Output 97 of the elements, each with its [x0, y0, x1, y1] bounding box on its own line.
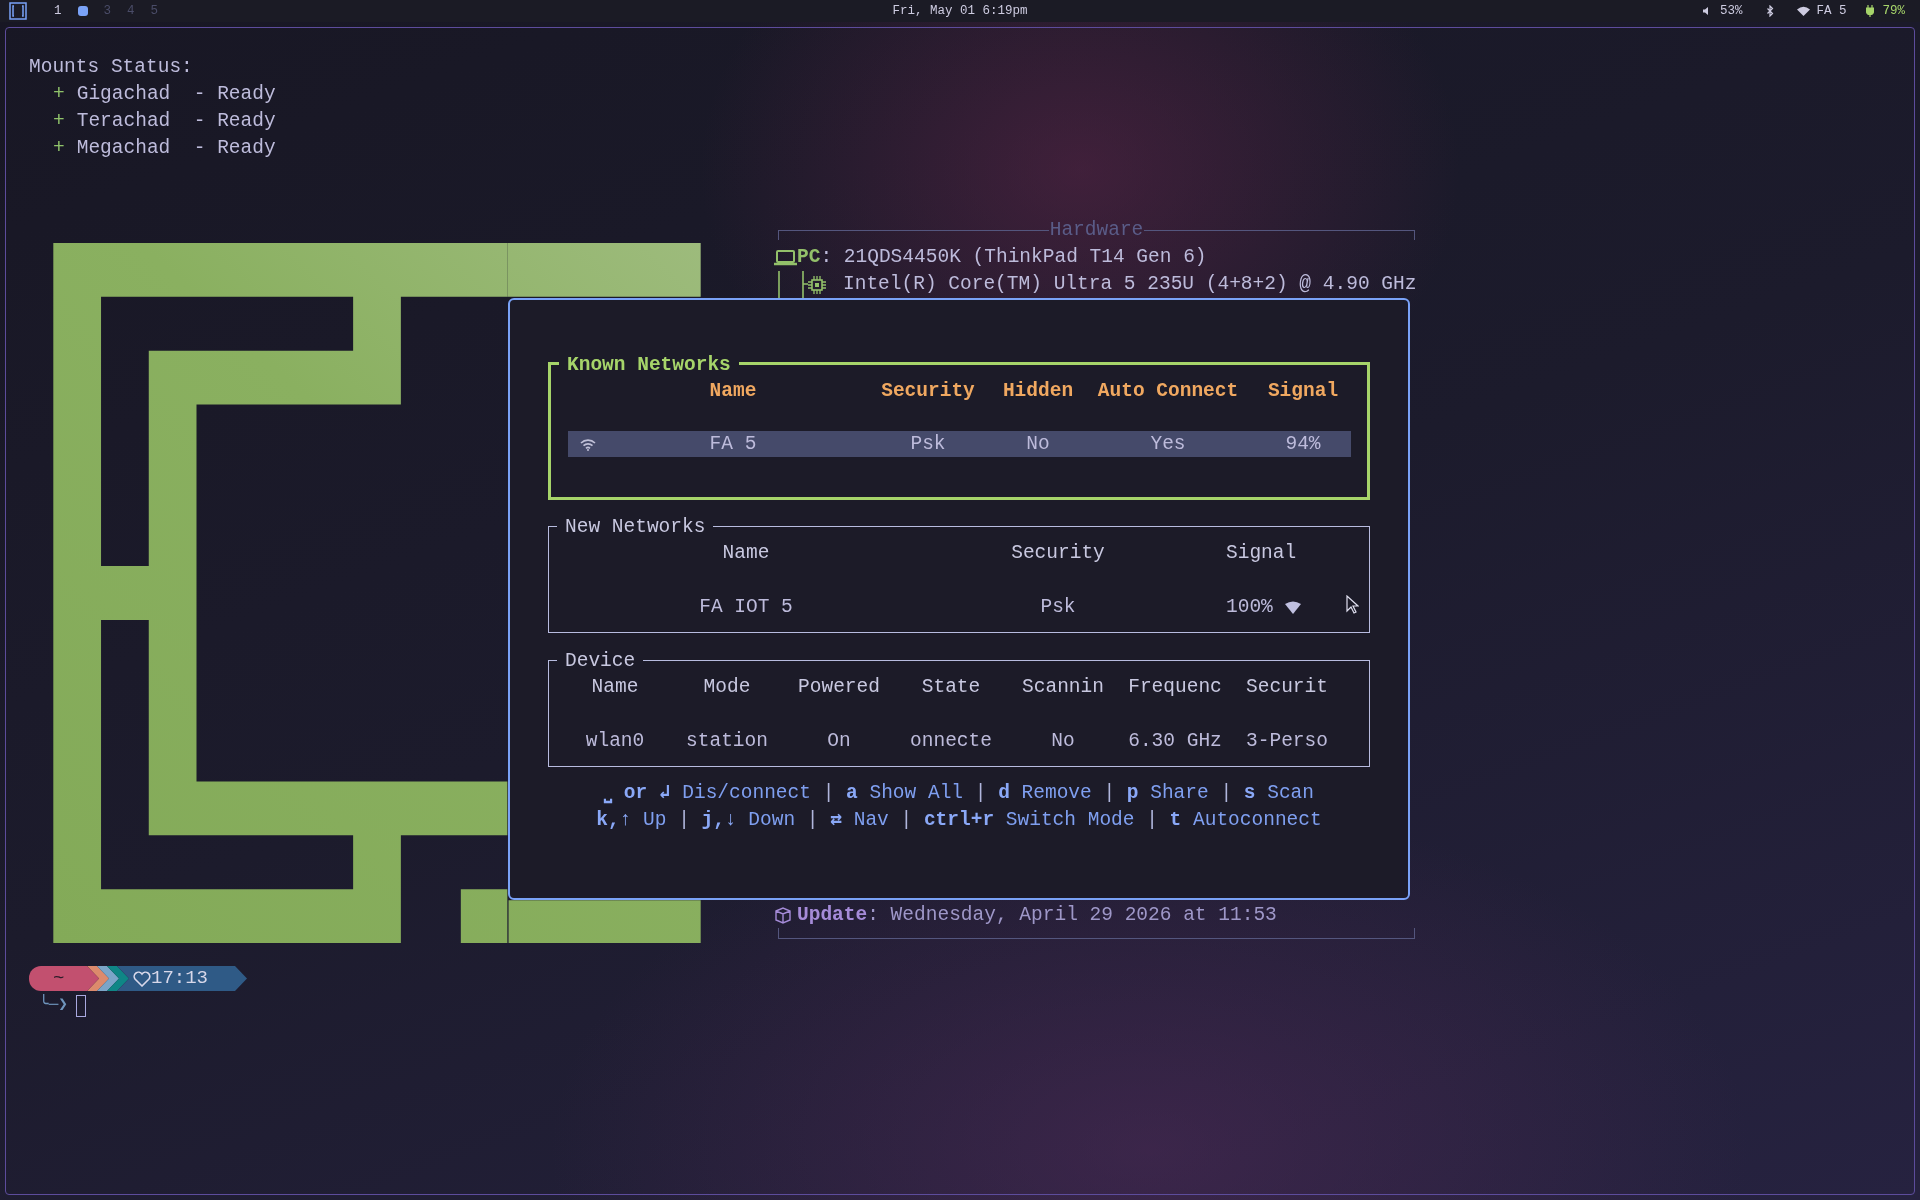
- layout-icon[interactable]: [9, 2, 27, 20]
- update-date: : Wednesday, April 29 2026 at 11:53: [867, 904, 1277, 926]
- table-cell-text: station: [685, 729, 769, 754]
- column-header: State: [920, 675, 982, 700]
- table-cell-text: No: [1050, 729, 1076, 754]
- shortcut-action: Share: [1150, 781, 1209, 806]
- table-cell-text: No: [1025, 432, 1051, 457]
- pc-model: : 21QDS4450K (ThinkPad T14 Gen 6): [820, 245, 1207, 270]
- shortcut-key: t: [1169, 807, 1182, 834]
- network-name: FA 5: [1816, 2, 1847, 20]
- shortcut-key: j,↓: [701, 807, 737, 834]
- separator: |: [1220, 781, 1233, 806]
- battery-level: 79%: [1882, 2, 1905, 20]
- column-header: Signal: [1225, 541, 1297, 566]
- table-cell-text: FA 5: [708, 432, 758, 457]
- text-cursor: [75, 994, 86, 1017]
- table-cell-text: 6.30 GHz: [1127, 729, 1223, 754]
- shortcut-key: ctrl+r: [923, 807, 995, 834]
- column-header: Hidden: [1001, 379, 1075, 404]
- mount-status: Gigachad - Ready: [76, 82, 276, 107]
- signal-icon: [1284, 601, 1301, 614]
- column-header: Frequenc: [1127, 675, 1223, 700]
- clock: Fri, May 01 6:19pm: [891, 2, 1029, 20]
- separator: |: [900, 808, 913, 833]
- table-cell-text: On: [826, 729, 852, 754]
- mounts-title: Mounts Status:: [29, 55, 194, 80]
- mount-marker: +: [53, 109, 65, 134]
- laptop-icon: [774, 248, 797, 267]
- shortcut-key: p: [1126, 780, 1139, 807]
- table-cell-text: wlan0: [584, 729, 646, 754]
- bluetooth-icon[interactable]: [1766, 5, 1776, 17]
- table-cell-text: Psk: [1039, 595, 1077, 620]
- table-cell-text: FA IOT 5: [698, 595, 794, 620]
- shortcut-key: s: [1243, 780, 1256, 807]
- workspace-number[interactable]: 1: [54, 1, 62, 21]
- table-cell-text: onnecte: [909, 729, 993, 754]
- wifi-icon[interactable]: [1797, 6, 1811, 16]
- separator: |: [822, 781, 835, 806]
- mount-marker: +: [53, 82, 65, 107]
- shortcut-action: Down: [748, 808, 796, 833]
- table-cell-text: 100%: [1226, 595, 1273, 620]
- table-cell-text: 94%: [1284, 432, 1322, 457]
- mount-status: Terachad - Ready: [76, 109, 276, 134]
- column-header: Security: [1010, 541, 1106, 566]
- shortcut-key: k,↑: [596, 807, 632, 834]
- separator: |: [974, 781, 987, 806]
- shortcut-action: Nav: [853, 808, 889, 833]
- shortcut-key: a: [846, 780, 858, 807]
- separator: |: [806, 808, 819, 833]
- table-cell-text: 3-Perso: [1245, 729, 1329, 754]
- shortcut-key: d: [998, 780, 1010, 807]
- prompt-time: 17:13: [151, 966, 208, 991]
- column-header: Auto Connect: [1096, 379, 1240, 404]
- separator: |: [1103, 781, 1116, 806]
- table-cell-text: Psk: [909, 432, 947, 457]
- separator: |: [1146, 808, 1158, 833]
- prompt-symbol: ╰─❯: [39, 993, 68, 1016]
- workspace-number[interactable]: 4: [127, 1, 135, 21]
- shortcut-action: Scan: [1267, 781, 1314, 806]
- shortcut-action: Switch Mode: [1005, 808, 1135, 833]
- heart-icon: [133, 970, 151, 987]
- column-header: Name: [721, 541, 771, 566]
- column-header: Powered: [797, 675, 881, 700]
- package-icon: [774, 906, 792, 924]
- selected-row[interactable]: FA 5 Psk No Yes 94%: [568, 431, 1351, 457]
- shortcut-action: Dis/connect: [682, 781, 811, 806]
- wifi-icon: [580, 438, 596, 451]
- column-header: Name: [590, 675, 640, 700]
- shortcut-action: Remove: [1021, 781, 1092, 806]
- panel-title: Hardware: [1048, 218, 1145, 243]
- workspace-number[interactable]: 5: [150, 1, 159, 21]
- mouse-cursor-icon: [1346, 595, 1359, 614]
- shortcut-key: ⇄: [830, 807, 842, 834]
- column-header: Mode: [702, 675, 752, 700]
- column-header: Scannin: [1021, 675, 1105, 700]
- column-header: Name: [708, 379, 758, 404]
- prompt-chevrons-drawing: [87, 966, 129, 991]
- update-label: Update: [797, 904, 868, 926]
- separator: |: [678, 808, 690, 833]
- chip-icon: [808, 275, 826, 294]
- shortcut-key: ⎵ or ↲: [604, 780, 671, 807]
- mount-status: Megachad - Ready: [76, 136, 276, 161]
- prompt-directory: ~: [29, 966, 99, 991]
- column-header: Securit: [1245, 675, 1329, 700]
- workspace-number[interactable]: 3: [103, 1, 112, 21]
- shortcut-action: Show All: [869, 781, 964, 806]
- mount-marker: +: [53, 136, 65, 161]
- plug-icon[interactable]: [1866, 5, 1875, 17]
- shortcut-action: Up: [643, 808, 667, 833]
- cpu-info: Intel(R) Core(TM) Ultra 5 235U (4+8+2) @ 4.90 GHz: [843, 272, 1417, 297]
- volume-level: 53%: [1719, 2, 1743, 20]
- pc-label: PC: [797, 245, 821, 270]
- table-cell-text: Yes: [1149, 432, 1187, 457]
- workspace-indicator[interactable]: [77, 6, 88, 16]
- column-header: Security: [880, 379, 976, 404]
- shortcut-action: Autoconnect: [1193, 808, 1322, 833]
- column-header: Signal: [1266, 379, 1340, 404]
